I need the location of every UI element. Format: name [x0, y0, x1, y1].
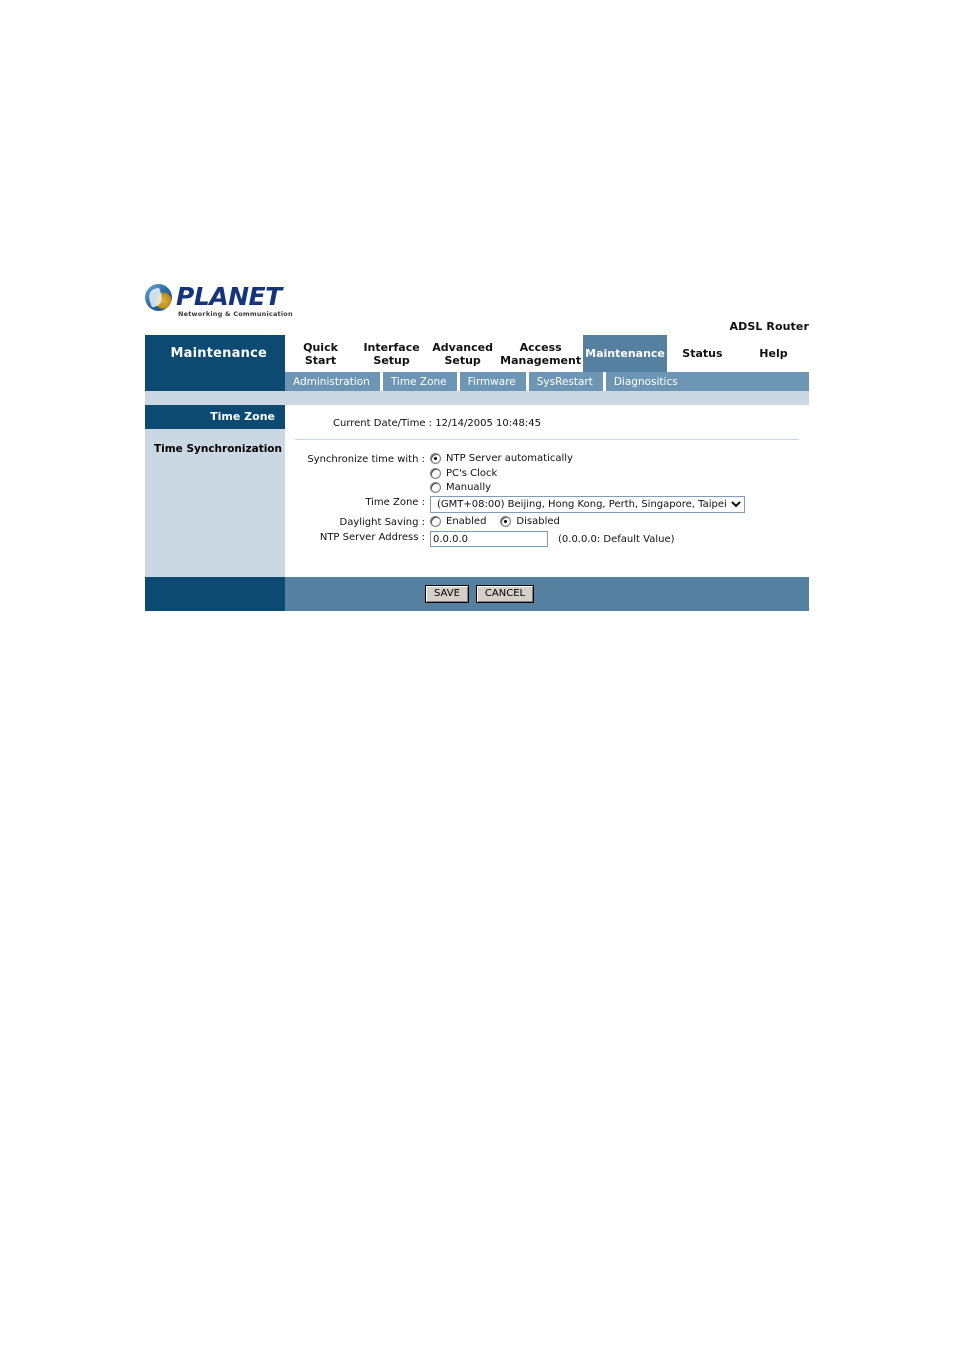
globe-icon — [145, 284, 172, 311]
logo-wordmark: PLANET — [176, 282, 282, 311]
subtab-time-zone[interactable]: Time Zone — [382, 372, 460, 391]
tab-advanced-setup[interactable]: Advanced Setup — [427, 335, 498, 372]
separator-strip-right — [285, 391, 809, 405]
radio-daylight-enabled[interactable] — [430, 516, 441, 527]
main-nav-row: Maintenance Quick Start Interface Setup … — [145, 335, 809, 372]
timezone-select[interactable]: (GMT+08:00) Beijing, Hong Kong, Perth, S… — [430, 496, 745, 513]
product-name: ADSL Router — [729, 320, 809, 333]
daylight-row: Daylight Saving : Enabled Disabled — [285, 515, 809, 528]
section-title: Maintenance — [145, 335, 285, 372]
tab-status[interactable]: Status — [667, 335, 738, 372]
tab-help[interactable]: Help — [738, 335, 809, 372]
time-zone-form: Synchronize time with : NTP Server autom… — [285, 440, 809, 547]
sync-label: Synchronize time with : — [307, 454, 425, 465]
sync-row-3: Manually — [285, 481, 809, 493]
tab-maintenance[interactable]: Maintenance — [583, 335, 667, 372]
sync-row-1: Synchronize time with : NTP Server autom… — [285, 452, 809, 465]
label-pcs-clock: PC's Clock — [446, 468, 498, 479]
radio-daylight-disabled[interactable] — [500, 516, 512, 527]
footer-actions: SAVE CANCEL — [285, 577, 809, 611]
sync-row-2: PC's Clock — [285, 467, 809, 479]
timezone-row: Time Zone : (GMT+08:00) Beijing, Hong Ko… — [285, 495, 809, 513]
ntp-hint: (0.0.0.0: Default Value) — [558, 533, 675, 545]
sidebar-header: Time Zone — [145, 405, 285, 429]
save-button[interactable]: SAVE — [425, 585, 469, 603]
timezone-label: Time Zone : — [365, 497, 425, 508]
tab-quick-start[interactable]: Quick Start — [285, 335, 356, 372]
sidebar: Time Zone Time Synchronization — [145, 405, 285, 577]
tab-interface-setup[interactable]: Interface Setup — [356, 335, 427, 372]
daylight-label: Daylight Saving : — [339, 517, 426, 528]
label-daylight-disabled: Disabled — [516, 516, 560, 527]
separator-strip — [145, 391, 809, 405]
radio-pcs-clock[interactable] — [430, 468, 441, 479]
content-panel: Current Date/Time : 12/14/2005 10:48:45 … — [285, 405, 809, 577]
label-manually: Manually — [446, 482, 492, 493]
footer-left — [145, 577, 285, 611]
cancel-button[interactable]: CANCEL — [475, 585, 535, 603]
subtab-sysrestart[interactable]: SysRestart — [528, 372, 606, 391]
radio-manually[interactable] — [430, 482, 441, 493]
footer-row: SAVE CANCEL — [145, 577, 809, 611]
sub-tabs: Administration Time Zone Firmware SysRes… — [285, 372, 809, 391]
subtab-administration[interactable]: Administration — [285, 372, 383, 391]
label-ntp-server-automatically: NTP Server automatically — [446, 453, 573, 464]
current-datetime-value: 12/14/2005 10:48:45 — [435, 418, 541, 429]
separator-strip-left — [145, 391, 285, 405]
ntp-server-address-input[interactable] — [430, 531, 548, 547]
brand-bar: PLANET Networking & Communication ADSL R… — [145, 283, 809, 335]
body-row: Time Zone Time Synchronization Current D… — [145, 405, 809, 577]
planet-logo: PLANET Networking & Communication — [145, 283, 293, 318]
tab-access-management[interactable]: Access Management — [498, 335, 583, 372]
ntp-label: NTP Server Address : — [319, 532, 425, 543]
sub-nav-row: Administration Time Zone Firmware SysRes… — [145, 372, 809, 391]
ntp-row: NTP Server Address : (0.0.0.0: Default V… — [285, 530, 809, 547]
router-admin-page: PLANET Networking & Communication ADSL R… — [145, 283, 809, 611]
sidebar-item-time-synchronization: Time Synchronization — [153, 443, 282, 455]
current-datetime-label: Current Date/Time : — [333, 418, 433, 429]
subtab-diagnositics[interactable]: Diagnositics — [605, 372, 809, 391]
logo-tagline: Networking & Communication — [178, 310, 293, 318]
current-datetime-row: Current Date/Time : 12/14/2005 10:48:45 — [285, 405, 809, 429]
sub-nav-spacer — [145, 372, 285, 391]
label-daylight-enabled: Enabled — [446, 516, 487, 527]
subtab-firmware[interactable]: Firmware — [459, 372, 529, 391]
radio-ntp-server-automatically[interactable] — [430, 453, 441, 464]
main-tabs: Quick Start Interface Setup Advanced Set… — [285, 335, 809, 372]
